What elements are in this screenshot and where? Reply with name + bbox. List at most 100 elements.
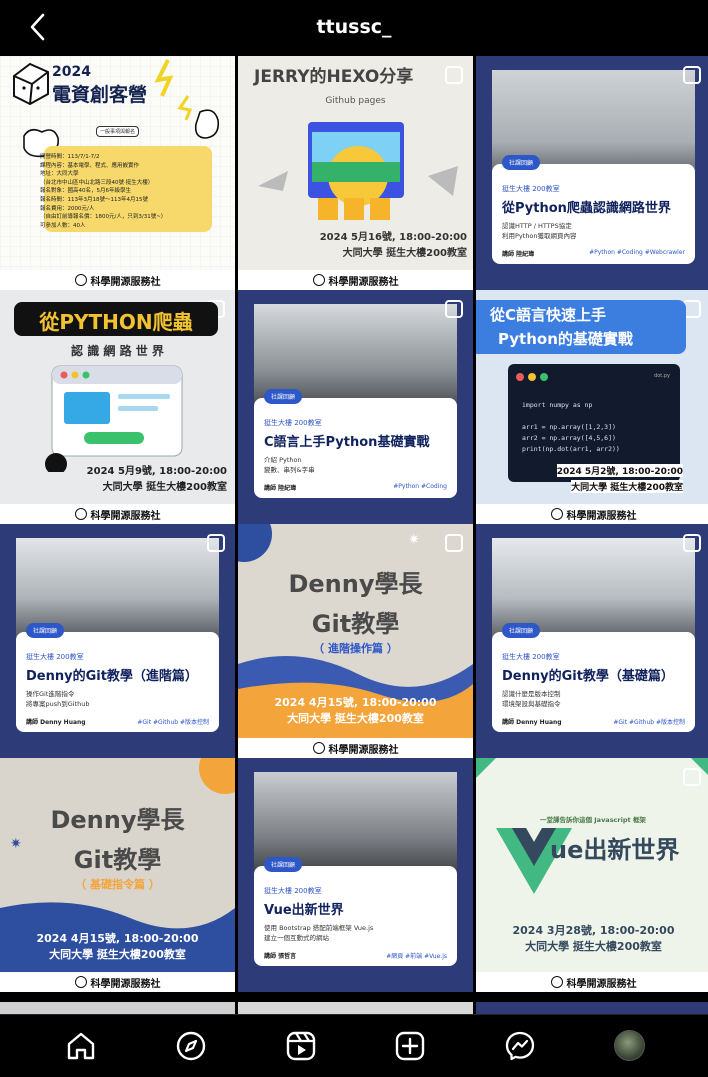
card-hashtags: #網頁 #前端 #Vue.js bbox=[386, 953, 447, 960]
tile8-place: 大同大學 挺生大樓200教室 bbox=[287, 712, 424, 725]
tile8-title2: Git教學 bbox=[311, 610, 400, 638]
club-name: 科學開源服務社 bbox=[566, 510, 637, 522]
tile1-line: 開營時間：113/7/1-7/2 bbox=[40, 154, 100, 160]
review-tag: 社課回顧 bbox=[264, 389, 303, 404]
top-bar: ttussc_ bbox=[0, 0, 708, 56]
tile12-place: 大同大學 挺生大樓200教室 bbox=[525, 940, 662, 953]
post-tile-maker-camp[interactable]: 2024 電資創客營 一般事項與報名 開營時間：113/7/1-7/2 課程內容… bbox=[0, 56, 235, 290]
review-tag: 社課回顧 bbox=[502, 155, 541, 170]
tile12-date: 2024 3月28號, 18:00-20:00 bbox=[512, 924, 675, 937]
card-desc: 認識HTTP / HTTPS協定 bbox=[502, 222, 572, 230]
club-logo-icon bbox=[312, 274, 325, 286]
card-title: Denny的Git教學（基礎篇） bbox=[502, 669, 674, 684]
post-tile-git-advanced[interactable]: ✷ Denny學長 Git教學 （ 進階操作篇 ） 2024 4月15號, 18… bbox=[238, 524, 473, 758]
club-logo-icon bbox=[550, 976, 563, 988]
tile1-line: 報名費用：2000元/人 bbox=[40, 205, 95, 212]
vue-logo-icon bbox=[476, 758, 708, 894]
review-tag: 社課回顧 bbox=[264, 857, 303, 872]
tile1-line: 可參加人數：40人 bbox=[40, 222, 86, 229]
tile1-title: 電資創客營 bbox=[52, 84, 148, 106]
card-speaker: 講師 陸紀瑋 bbox=[264, 485, 297, 492]
post-tile-git-advanced-review[interactable]: 社課回顧 挺生大樓 200教室 Denny的Git教學（進階篇） 操作Git進階… bbox=[0, 524, 235, 758]
post-tile-partial[interactable] bbox=[238, 1002, 473, 1014]
messenger-icon[interactable] bbox=[503, 1029, 537, 1063]
tile1-line: 報名時間：113年3月18號～113年4月15號 bbox=[40, 196, 148, 203]
card-desc: 介紹 Python bbox=[264, 456, 302, 464]
card-location: 挺生大樓 200教室 bbox=[264, 419, 322, 427]
code-line: print(np.dot(arr1, arr2)) bbox=[522, 445, 620, 453]
tile1-note: 一般事項與報名 bbox=[96, 126, 140, 137]
review-card: 社課回顧 挺生大樓 200教室 Denny的Git教學（基礎篇） 認識什麼是版本… bbox=[492, 623, 695, 732]
club-logo-icon bbox=[74, 508, 87, 520]
home-icon[interactable] bbox=[64, 1029, 98, 1063]
card-hashtags: #Python #Coding #Webcrawler bbox=[589, 249, 685, 256]
svg-text:✷: ✷ bbox=[408, 532, 420, 548]
club-name: 科學開源服務社 bbox=[566, 978, 637, 990]
tile6-date: 2024 5月2號, 18:00-20:00 bbox=[556, 464, 683, 477]
tile4-date: 2024 5月9號, 18:00-20:00 bbox=[86, 466, 227, 477]
post-tile-partial[interactable] bbox=[0, 1002, 235, 1014]
tile4-place: 大同大學 挺生大樓200教室 bbox=[102, 482, 227, 493]
club-footer: 科學開源服務社 bbox=[476, 972, 708, 992]
club-footer: 科學開源服務社 bbox=[238, 270, 473, 290]
post-tile-python-crawler[interactable]: 從PYTHON爬蟲 認 識 網 路 世 界 2024 5月9號, 18:00-2… bbox=[0, 290, 235, 524]
review-card: 社課回顧 挺生大樓 200教室 C語言上手Python基礎實戰 介紹 Pytho… bbox=[254, 389, 457, 498]
post-tile-hexo[interactable]: JERRY的HEXO分享 Github pages 2024 5月16號, 18… bbox=[238, 56, 473, 290]
club-logo-icon bbox=[550, 508, 563, 520]
tile10-subtitle: （ 基礎指令篇 ） bbox=[75, 878, 160, 891]
card-desc: 認識什麼是版本控制 bbox=[502, 690, 561, 698]
club-name: 科學開源服務社 bbox=[328, 744, 399, 756]
tile6-title1: 從C語言快速上手 bbox=[490, 306, 607, 324]
browser-illustration bbox=[45, 365, 183, 472]
code-filename: dot.py bbox=[654, 373, 670, 379]
post-tile-git-basic[interactable]: ✷ Denny學長 Git教學 （ 基礎指令篇 ） 2024 4月15號, 18… bbox=[0, 758, 235, 992]
tile10-title1: Denny學長 bbox=[50, 806, 185, 834]
explore-compass-icon[interactable] bbox=[174, 1029, 208, 1063]
review-card: 社課回顧 挺生大樓 200教室 Vue出新世界 使用 Bootstrap 搭配前… bbox=[254, 857, 457, 966]
code-line: arr1 = np.array([1,2,3]) bbox=[522, 423, 616, 431]
club-name: 科學開源服務社 bbox=[328, 276, 399, 288]
tile6-place: 大同大學 挺生大樓200教室 bbox=[571, 480, 683, 493]
browser-illustration bbox=[258, 122, 458, 220]
card-desc: 環境架設與基礎指令 bbox=[502, 700, 561, 708]
club-footer: 科學開源服務社 bbox=[238, 738, 473, 758]
multi-photo-icon bbox=[683, 534, 701, 552]
tile2-date: 2024 5月16號, 18:00-20:00 bbox=[319, 232, 467, 243]
card-hashtags: #Git #Github #版本控制 bbox=[613, 719, 685, 726]
card-desc: 建立一個互動式的網站 bbox=[264, 934, 329, 942]
post-tile-vue-review[interactable]: 社課回顧 挺生大樓 200教室 Vue出新世界 使用 Bootstrap 搭配前… bbox=[238, 758, 473, 992]
multi-photo-icon bbox=[445, 66, 463, 84]
card-desc: 利用Python獲取網頁內容 bbox=[502, 232, 577, 240]
club-name: 科學開源服務社 bbox=[90, 276, 161, 288]
tile1-line: 地址：大同大學 bbox=[40, 171, 79, 178]
tile1-line: 報名對象：國高40名，5月6年級學生 bbox=[40, 188, 131, 195]
reels-icon[interactable] bbox=[284, 1029, 318, 1063]
tile2-title: JERRY的HEXO分享 bbox=[254, 67, 414, 87]
tile1-info-list: 開營時間：113/7/1-7/2 課程內容：基本電學、程式、應用嵌實作 地址：大… bbox=[40, 153, 220, 230]
card-title: Denny的Git教學（進階篇） bbox=[26, 669, 198, 684]
tile1-year: 2024 bbox=[52, 64, 91, 80]
code-line: arr2 = np.array([4,5,6]) bbox=[522, 434, 616, 442]
card-speaker: 講師 Denny Huang bbox=[502, 719, 562, 726]
card-speaker: 講師 張哲言 bbox=[264, 953, 297, 960]
club-logo-icon bbox=[74, 976, 87, 988]
post-tile-python-crawler-review[interactable]: 社課回顧 挺生大樓 200教室 從Python爬蟲認識網路世界 認識HTTP /… bbox=[476, 56, 708, 290]
post-tile-vue[interactable]: 一堂課告訴你這個 Javascript 框架 ue出新世界 2024 3月28號… bbox=[476, 758, 708, 992]
post-tile-c-to-python[interactable]: 從C語言快速上手 Python的基礎實戰 dot.py import numpy… bbox=[476, 290, 708, 524]
club-name: 科學開源服務社 bbox=[90, 510, 161, 522]
card-hashtags: #Git #Github #版本控制 bbox=[137, 719, 209, 726]
create-post-icon[interactable] bbox=[393, 1029, 427, 1063]
card-speaker: 講師 陸紀瑋 bbox=[502, 251, 535, 258]
club-logo-icon bbox=[74, 274, 87, 286]
tile12-banner: 一堂課告訴你這個 Javascript 框架 bbox=[540, 816, 646, 824]
card-desc: 使用 Bootstrap 搭配前端框架 Vue.js bbox=[264, 924, 374, 932]
post-tile-c-to-python-review[interactable]: 社課回顧 挺生大樓 200教室 C語言上手Python基礎實戰 介紹 Pytho… bbox=[238, 290, 473, 524]
tile4-title: 從PYTHON爬蟲 bbox=[39, 310, 193, 334]
club-footer: 科學開源服務社 bbox=[0, 972, 235, 992]
tile10-date: 2024 4月15號, 18:00-20:00 bbox=[36, 932, 199, 945]
post-tile-partial[interactable] bbox=[476, 1002, 708, 1014]
review-tag: 社課回顧 bbox=[502, 623, 541, 638]
club-footer: 科學開源服務社 bbox=[476, 504, 708, 524]
profile-avatar[interactable] bbox=[614, 1030, 645, 1061]
post-tile-git-basic-review[interactable]: 社課回顧 挺生大樓 200教室 Denny的Git教學（基礎篇） 認識什麼是版本… bbox=[476, 524, 708, 758]
